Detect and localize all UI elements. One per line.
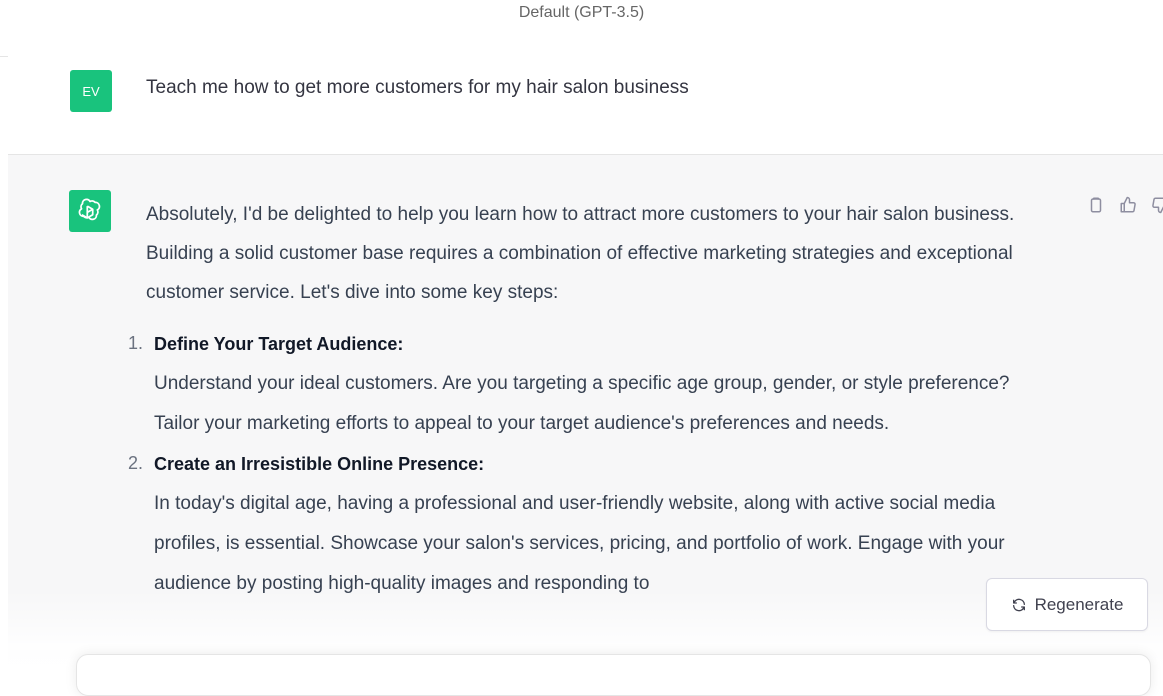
- message-input[interactable]: [76, 654, 1151, 696]
- user-message: EV Teach me how to get more customers fo…: [8, 56, 1163, 155]
- openai-logo-icon: [78, 198, 101, 221]
- step-body: Understand your ideal customers. Are you…: [154, 373, 1010, 434]
- step-number: 1.: [128, 333, 144, 353]
- answer-intro: Absolutely, I'd be delighted to help you…: [146, 204, 1015, 303]
- clipboard-icon: [1090, 197, 1102, 213]
- list-item: 2. Create an Irresistible Online Presenc…: [128, 444, 1026, 604]
- thumbs-up-button[interactable]: [1117, 194, 1139, 216]
- step-body: In today's digital age, having a profess…: [154, 493, 1005, 594]
- user-avatar: EV: [70, 70, 112, 112]
- thumbs-down-button[interactable]: [1149, 194, 1163, 216]
- regenerate-button[interactable]: Regenerate: [986, 578, 1148, 631]
- step-number: 2.: [128, 453, 144, 473]
- regenerate-label: Regenerate: [1034, 594, 1124, 614]
- assistant-avatar: [69, 190, 111, 232]
- message-actions: [1085, 194, 1163, 216]
- copy-button[interactable]: [1085, 194, 1107, 216]
- thumbs-down-icon: [1152, 197, 1163, 214]
- assistant-answer: Absolutely, I'd be delighted to help you…: [128, 195, 1026, 604]
- user-initials: EV: [82, 83, 100, 99]
- model-header: Default (GPT-3.5): [0, 0, 1163, 57]
- thumbs-up-icon: [1120, 196, 1136, 213]
- step-title: Define Your Target Audience:: [154, 334, 404, 354]
- steps-list: 1. Define Your Target Audience: Understa…: [128, 324, 1026, 604]
- step-title: Create an Irresistible Online Presence:: [154, 454, 485, 474]
- list-item: 1. Define Your Target Audience: Understa…: [128, 324, 1026, 444]
- user-message-text: Teach me how to get more customers for m…: [146, 77, 689, 98]
- model-label: Default (GPT-3.5): [518, 4, 645, 21]
- regenerate-icon: [1012, 598, 1025, 611]
